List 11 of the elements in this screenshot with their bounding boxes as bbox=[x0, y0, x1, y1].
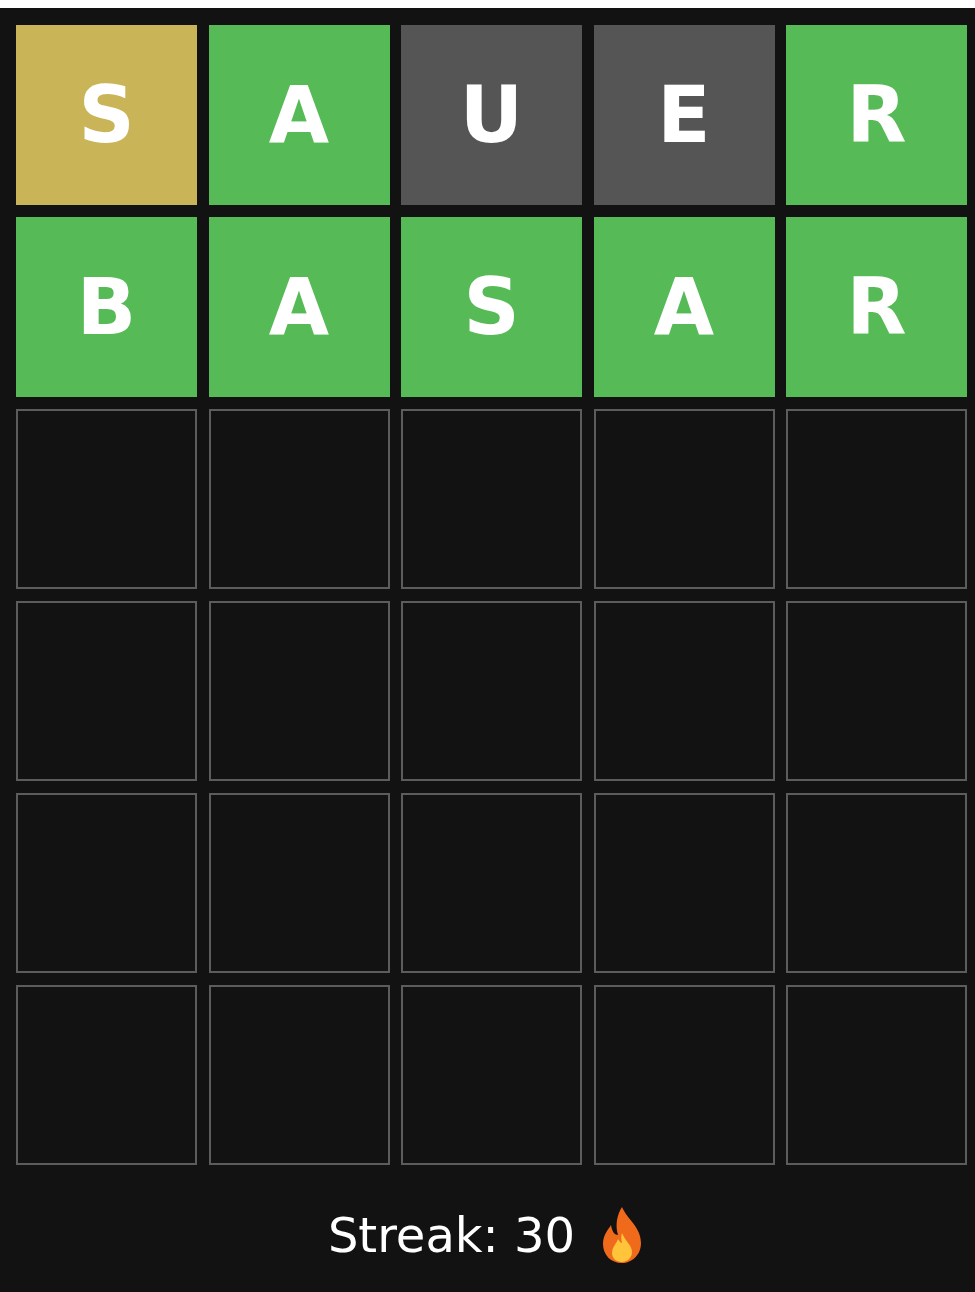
streak-label: Streak: 30 bbox=[327, 1207, 576, 1263]
letter-tile: E bbox=[593, 25, 775, 205]
letter-tile: S bbox=[401, 217, 582, 397]
letter-tile: U bbox=[401, 25, 582, 205]
letter-tile: A bbox=[208, 217, 390, 397]
letter-tile: R bbox=[786, 25, 967, 205]
letter-tile: A bbox=[208, 25, 390, 205]
letter-tile: S bbox=[16, 25, 197, 205]
letter-tile: B bbox=[16, 217, 197, 397]
letter-tile: R bbox=[786, 217, 967, 397]
letter-tile: A bbox=[593, 217, 775, 397]
